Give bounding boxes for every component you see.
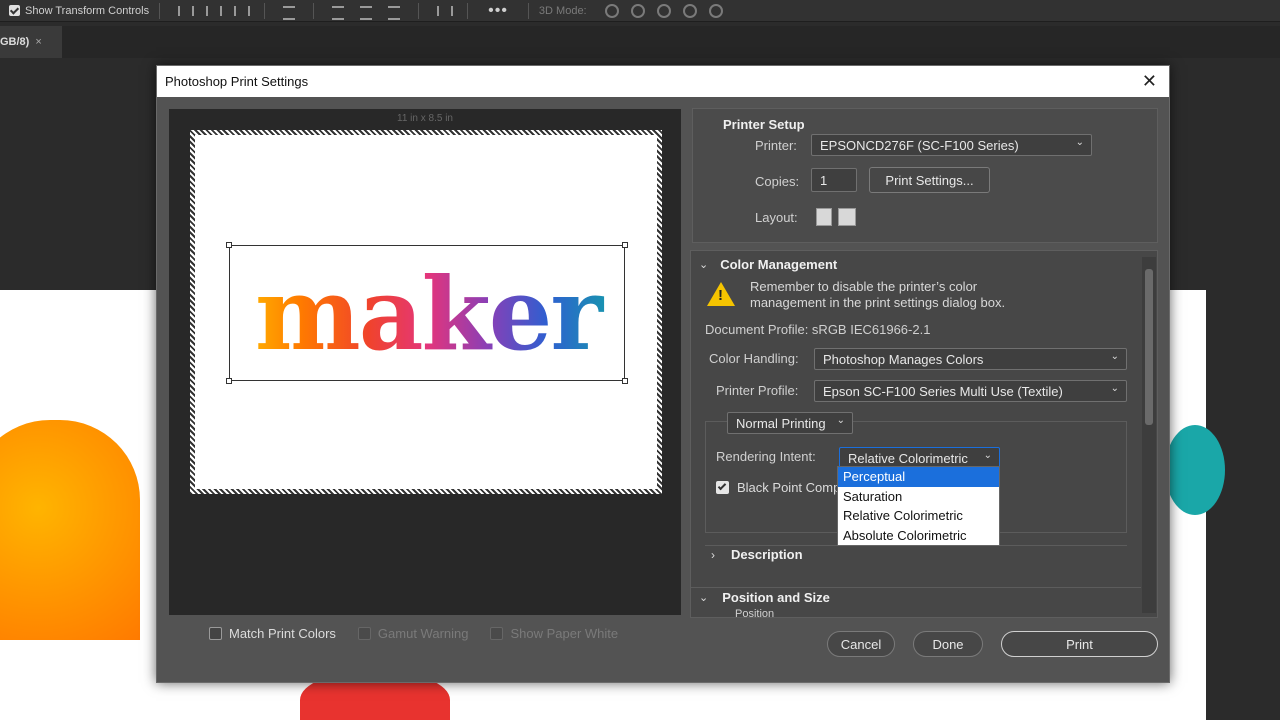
description-section[interactable]: › Description <box>711 547 803 562</box>
normal-printing-select[interactable]: Normal Printing ⌄ <box>727 412 853 434</box>
rendering-intent-value: Relative Colorimetric <box>848 450 968 466</box>
dialog-title: Photoshop Print Settings <box>165 74 309 89</box>
warning-icon <box>707 282 735 306</box>
orbit-3d-icon[interactable] <box>604 3 619 18</box>
position-size-header: Position and Size <box>722 590 830 605</box>
warning-text-line2: management in the print settings dialog … <box>750 295 1006 310</box>
align-middle-icon[interactable] <box>358 4 374 20</box>
description-header: Description <box>731 547 803 562</box>
color-handling-select[interactable]: Photoshop Manages Colors ⌄ <box>814 348 1127 370</box>
chevron-down-icon: ⌄ <box>699 592 709 604</box>
gamut-warning-checkbox: Gamut Warning <box>357 626 469 641</box>
align-top-icon[interactable] <box>330 4 346 20</box>
distribute-icon[interactable] <box>281 4 297 20</box>
match-print-colors-label: Match Print Colors <box>229 626 336 641</box>
chevron-down-icon: ⌄ <box>1075 137 1084 148</box>
copies-input[interactable]: 1 <box>811 168 857 192</box>
color-handling-value: Photoshop Manages Colors <box>823 351 984 367</box>
distribute-vertical-icon[interactable] <box>435 4 454 18</box>
align-left-icon[interactable] <box>176 4 195 18</box>
print-preview: 11 in x 8.5 in maker <box>169 109 681 615</box>
normal-printing-value: Normal Printing <box>736 415 826 431</box>
chevron-down-icon[interactable]: ⌄ <box>699 258 708 271</box>
document-tab-label: GB/8) <box>0 36 30 48</box>
print-settings-dialog: Photoshop Print Settings ✕ 11 in x 8.5 i… <box>156 65 1170 683</box>
scrollbar-thumb[interactable] <box>1145 269 1153 425</box>
mode-3d-label: 3D Mode: <box>538 4 587 17</box>
print-button[interactable]: Print <box>1001 631 1158 657</box>
document-profile-text: Document Profile: sRGB IEC61966-2.1 <box>705 322 931 337</box>
paper-preview: maker <box>190 130 662 494</box>
canvas-artwork-letter <box>0 420 140 640</box>
printer-value: EPSONCD276F (SC-F100 Series) <box>820 137 1019 153</box>
landscape-layout-icon[interactable] <box>838 208 856 226</box>
chevron-down-icon: ⌄ <box>1110 351 1119 362</box>
show-transform-label: Show Transform Controls <box>25 4 150 17</box>
cancel-button[interactable]: Cancel <box>827 631 895 657</box>
layout-label: Layout: <box>755 209 798 225</box>
intent-option-perceptual[interactable]: Perceptual <box>838 467 999 487</box>
roll-3d-icon[interactable] <box>630 3 645 18</box>
color-management-panel: ⌄ Color Management Remember to disable t… <box>690 250 1158 619</box>
printer-profile-value: Epson SC-F100 Series Multi Use (Textile) <box>823 383 1063 399</box>
rendering-intent-dropdown: Perceptual Saturation Relative Colorimet… <box>837 466 1000 546</box>
intent-option-saturation[interactable]: Saturation <box>838 487 999 507</box>
color-handling-label: Color Handling: <box>709 351 799 366</box>
dialog-titlebar: Photoshop Print Settings ✕ <box>157 66 1169 97</box>
chevron-right-icon: › <box>711 547 715 562</box>
portrait-layout-icon[interactable] <box>816 208 832 226</box>
preview-options: Match Print Colors Gamut Warning Show Pa… <box>209 626 618 641</box>
chevron-down-icon: ⌄ <box>983 450 992 461</box>
chevron-down-icon: ⌄ <box>836 415 845 426</box>
canvas-artwork-teal <box>1165 425 1225 515</box>
panel-scrollbar[interactable] <box>1142 257 1156 613</box>
color-management-header: Color Management <box>720 257 838 272</box>
printer-setup-group: Printer Setup Printer: EPSONCD276F (SC-F… <box>692 108 1158 243</box>
close-tab-icon[interactable]: × <box>35 36 41 48</box>
match-print-colors-checkbox[interactable]: Match Print Colors <box>209 626 336 641</box>
pan-3d-icon[interactable] <box>656 3 671 18</box>
rendering-intent-label: Rendering Intent: <box>716 449 816 464</box>
options-bar: Show Transform Controls ••• 3D Mode: <box>0 0 1280 22</box>
position-subheader: Position <box>735 609 775 619</box>
checkmark-icon <box>716 481 729 494</box>
intent-option-absolute[interactable]: Absolute Colorimetric <box>838 526 999 546</box>
printer-profile-label: Printer Profile: <box>716 383 799 398</box>
align-right-icon[interactable] <box>232 4 251 18</box>
printer-profile-select[interactable]: Epson SC-F100 Series Multi Use (Textile)… <box>814 380 1127 402</box>
close-icon[interactable]: ✕ <box>1142 71 1157 92</box>
video-camera-icon[interactable] <box>708 3 723 18</box>
black-point-label: Black Point Comp <box>737 480 841 495</box>
more-options-icon[interactable]: ••• <box>488 2 508 20</box>
copies-value: 1 <box>820 172 828 188</box>
image-bounding-box[interactable]: maker <box>226 242 628 384</box>
show-paper-white-label: Show Paper White <box>510 626 619 641</box>
resize-handle[interactable] <box>622 378 628 384</box>
resize-handle[interactable] <box>226 242 232 248</box>
printer-select[interactable]: EPSONCD276F (SC-F100 Series) ⌄ <box>811 134 1092 156</box>
printer-label: Printer: <box>755 137 797 153</box>
position-size-section[interactable]: ⌄ Position and Size <box>699 590 830 605</box>
warning-text-line1: Remember to disable the printer’s color <box>750 279 978 294</box>
document-tab[interactable]: GB/8) × <box>0 26 62 58</box>
print-settings-button[interactable]: Print Settings... <box>869 167 990 193</box>
show-transform-checkbox[interactable] <box>9 5 20 16</box>
paper-size-label: 11 in x 8.5 in <box>397 113 453 124</box>
resize-handle[interactable] <box>622 242 628 248</box>
align-bottom-icon[interactable] <box>386 4 402 20</box>
show-paper-white-checkbox: Show Paper White <box>490 626 618 641</box>
gamut-warning-label: Gamut Warning <box>377 626 469 641</box>
intent-option-relative[interactable]: Relative Colorimetric <box>838 506 999 526</box>
slide-3d-icon[interactable] <box>682 3 697 18</box>
document-tab-bar: GB/8) × <box>0 26 1280 58</box>
copies-label: Copies: <box>755 173 800 189</box>
printer-setup-header: Printer Setup <box>723 117 805 132</box>
preview-artwork-text: maker <box>230 246 626 382</box>
chevron-down-icon: ⌄ <box>1110 383 1119 394</box>
done-button[interactable]: Done <box>913 631 983 657</box>
resize-handle[interactable] <box>226 378 232 384</box>
black-point-checkbox[interactable]: Black Point Comp <box>716 480 840 495</box>
align-center-icon[interactable] <box>204 4 223 18</box>
